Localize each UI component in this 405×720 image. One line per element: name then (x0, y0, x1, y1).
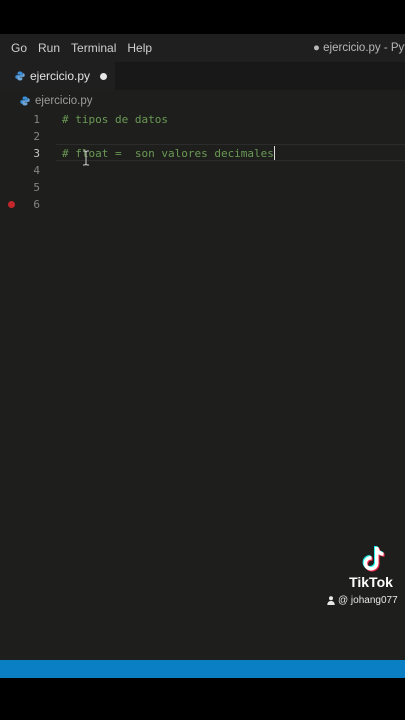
menu-help[interactable]: Help (127, 41, 152, 55)
line-number: 2 (33, 130, 40, 143)
code-line[interactable]: 5 (0, 179, 405, 196)
unsaved-dot-icon[interactable] (100, 72, 108, 80)
text-caret (273, 146, 275, 160)
python-file-icon (15, 71, 25, 81)
menu-go[interactable]: Go (11, 41, 27, 55)
menu-terminal[interactable]: Terminal (71, 41, 116, 55)
text-cursor-icon (83, 150, 89, 166)
code-line[interactable]: 6 (0, 196, 405, 213)
code-text[interactable]: # float = son valores decimales (62, 147, 274, 160)
line-number: 1 (33, 113, 40, 126)
top-letterbox (0, 0, 405, 34)
editor-tab-bar: ejercicio.py (0, 62, 405, 90)
breadcrumb-file[interactable]: ejercicio.py (35, 95, 93, 107)
tiktok-username: @ johang077 (338, 595, 398, 606)
code-line[interactable]: 3 # float = son valores decimales (0, 145, 405, 162)
line-number: 3 (33, 147, 40, 160)
line-number: 6 (33, 198, 40, 211)
line-number: 5 (33, 181, 40, 194)
line-number: 4 (33, 164, 40, 177)
menu-bar: Go Run Terminal Help ● ejercicio.py - Py… (0, 34, 405, 62)
menu-run[interactable]: Run (38, 41, 60, 55)
tab-label: ejercicio.py (30, 69, 91, 83)
tiktok-logo-icon (362, 546, 384, 572)
status-bar (0, 660, 405, 678)
tiktok-watermark: TikTok (340, 545, 405, 590)
bottom-letterbox (0, 678, 405, 720)
code-text-active[interactable]: # float = son valores decimales (62, 145, 275, 162)
code-line[interactable]: 2 (0, 128, 405, 145)
tiktok-user: @ johang077 (327, 595, 398, 606)
tab-ejercicio-py[interactable]: ejercicio.py (0, 62, 115, 90)
breadcrumb[interactable]: ejercicio.py (20, 95, 93, 107)
python-file-icon (20, 96, 30, 106)
code-line[interactable]: 1 # tipos de datos (0, 111, 405, 128)
code-line[interactable]: 4 (0, 162, 405, 179)
tiktok-brand: TikTok (349, 574, 393, 590)
user-icon (327, 596, 335, 605)
window-title: ● ejercicio.py - Pyth (313, 42, 405, 54)
code-text[interactable]: # tipos de datos (62, 111, 168, 128)
